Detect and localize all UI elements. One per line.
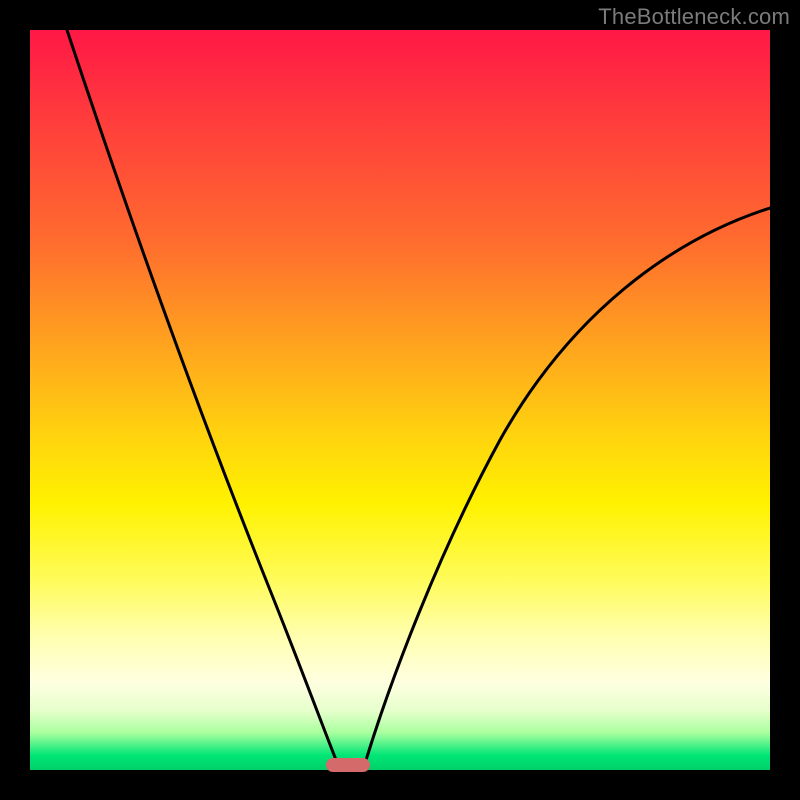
curve-right-branch xyxy=(363,208,770,770)
bottleneck-marker xyxy=(326,758,370,772)
chart-frame: TheBottleneck.com xyxy=(0,0,800,800)
plot-area xyxy=(30,30,770,770)
watermark-text: TheBottleneck.com xyxy=(598,4,790,30)
bottleneck-curve xyxy=(30,30,770,770)
curve-left-branch xyxy=(67,30,340,770)
